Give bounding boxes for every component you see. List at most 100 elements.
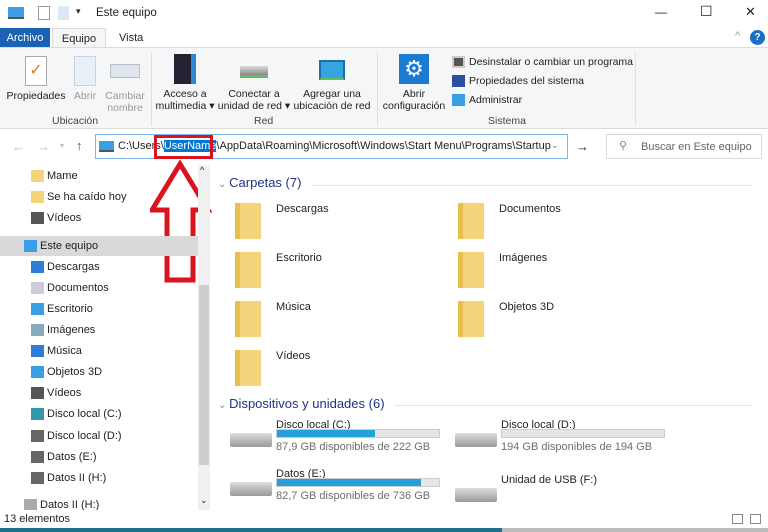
- folder-item[interactable]: Objetos 3D: [458, 301, 678, 346]
- nav-item[interactable]: Datos II (H:): [0, 495, 198, 510]
- tab-vista[interactable]: Vista: [110, 28, 152, 48]
- folder-icon: [235, 252, 261, 288]
- folder-item[interactable]: Descargas: [235, 203, 455, 248]
- propiedades-sistema-button[interactable]: Propiedades del sistema: [452, 75, 584, 87]
- large-icons-view-icon[interactable]: [750, 514, 761, 524]
- details-view-icon[interactable]: [732, 514, 743, 524]
- nav-item[interactable]: Documentos: [0, 278, 198, 298]
- computer-icon: [99, 141, 114, 152]
- nav-item-label: Se ha caído hoy: [47, 191, 127, 203]
- search-input[interactable]: ⚲ Buscar en Este equipo: [606, 134, 762, 159]
- acceso-multimedia-button[interactable]: Acceso a multimedia ▾: [155, 54, 215, 112]
- folder-icon: [458, 301, 484, 337]
- drive-free-space: 87,9 GB disponibles de 222 GB: [276, 441, 431, 453]
- back-button[interactable]: ←: [12, 139, 25, 154]
- ribbon-tabs: Archivo Equipo Vista ^ ?: [0, 28, 768, 48]
- folder-label: Escritorio: [276, 252, 322, 264]
- nav-item[interactable]: Vídeos: [0, 383, 198, 403]
- scrollbar-thumb[interactable]: [199, 285, 209, 465]
- nav-item[interactable]: Descargas: [0, 257, 198, 277]
- folder-item[interactable]: Música: [235, 301, 455, 346]
- cambiar-nombre-button[interactable]: Cambiar nombre: [104, 56, 146, 114]
- status-bar: 13 elementos: [0, 510, 768, 528]
- nav-item[interactable]: Vídeos: [0, 208, 198, 228]
- devices-group-header[interactable]: ⌄ Dispositivos y unidades (6): [218, 396, 385, 411]
- nav-item[interactable]: Este equipo: [0, 236, 198, 256]
- scroll-up-icon[interactable]: ^: [200, 165, 204, 175]
- nav-item-icon: [31, 430, 44, 442]
- content-pane: ⌄ Carpetas (7) ⌄ Dispositivos y unidades…: [212, 165, 768, 510]
- new-folder-quick-icon[interactable]: [58, 6, 69, 20]
- nav-item-icon: [31, 387, 44, 399]
- tab-archivo[interactable]: Archivo: [0, 28, 50, 48]
- nav-item[interactable]: Se ha caído hoy: [0, 187, 198, 207]
- folder-item[interactable]: Vídeos: [235, 350, 455, 395]
- chevron-down-icon: ⌄: [218, 179, 230, 190]
- customize-quick-access-icon[interactable]: ▾: [76, 6, 81, 17]
- recent-locations-icon[interactable]: ▾: [60, 141, 64, 150]
- nav-item[interactable]: Escritorio: [0, 299, 198, 319]
- nav-item[interactable]: Mame: [0, 166, 198, 186]
- maximize-button[interactable]: ☐: [700, 3, 713, 20]
- scroll-down-icon[interactable]: ⌄: [200, 495, 208, 506]
- go-button[interactable]: →: [576, 139, 589, 154]
- drive-icon: [455, 433, 497, 447]
- nav-item[interactable]: Disco local (D:): [0, 426, 198, 446]
- folder-label: Documentos: [499, 203, 561, 215]
- folder-item[interactable]: Documentos: [458, 203, 678, 248]
- folder-item[interactable]: Escritorio: [235, 252, 455, 297]
- group-label-ubicacion: Ubicación: [52, 115, 99, 127]
- forward-button[interactable]: →: [37, 139, 50, 154]
- tab-equipo[interactable]: Equipo: [52, 28, 106, 48]
- divider: [312, 185, 752, 186]
- nav-scrollbar[interactable]: ^ ⌄: [198, 165, 210, 510]
- administrar-button[interactable]: Administrar: [452, 94, 522, 106]
- address-dropdown-icon[interactable]: ⌄: [551, 140, 559, 151]
- settings-gear-icon: ⚙: [399, 54, 429, 84]
- propiedades-button[interactable]: ✓ Propiedades: [6, 56, 66, 102]
- ribbon: ✓ Propiedades Abrir Cambiar nombre Ubica…: [0, 47, 768, 129]
- nav-item[interactable]: Datos (E:): [0, 447, 198, 467]
- title-bar: ▾ Este equipo — ☐ ✕: [0, 0, 768, 28]
- conectar-unidad-red-button[interactable]: Conectar a unidad de red ▾: [217, 54, 291, 112]
- collapse-ribbon-icon[interactable]: ^: [735, 30, 740, 42]
- minimize-button[interactable]: —: [655, 5, 667, 19]
- nav-item-label: Datos II (H:): [47, 472, 107, 484]
- properties-quick-icon[interactable]: [38, 6, 50, 20]
- folder-item[interactable]: Imágenes: [458, 252, 678, 297]
- drive-item[interactable]: Disco local (D:) 194 GB disponibles de 19…: [455, 419, 675, 469]
- folder-icon: [235, 301, 261, 337]
- drive-item[interactable]: Disco local (C:) 87,9 GB disponibles de 2…: [230, 419, 450, 469]
- nav-item-icon: [31, 451, 44, 463]
- close-button[interactable]: ✕: [745, 4, 756, 20]
- abrir-button[interactable]: Abrir: [70, 56, 100, 102]
- nav-item-icon: [31, 191, 44, 203]
- up-button[interactable]: ↑: [76, 138, 83, 153]
- drive-free-space: 82,7 GB disponibles de 736 GB: [276, 490, 431, 502]
- nav-item[interactable]: Datos II (H:): [0, 468, 198, 488]
- nav-item[interactable]: Imágenes: [0, 320, 198, 340]
- nav-item-label: Disco local (C:): [47, 408, 122, 420]
- drive-icon: [230, 482, 272, 496]
- nav-item-icon: [31, 261, 44, 273]
- taskbar-edge: [0, 528, 502, 532]
- abrir-configuracion-button[interactable]: ⚙ Abrir configuración: [380, 54, 448, 112]
- nav-item-icon: [31, 345, 44, 357]
- folders-group-header[interactable]: ⌄ Carpetas (7): [218, 175, 301, 190]
- drive-usage-bar: [276, 478, 440, 487]
- nav-item[interactable]: Disco local (C:): [0, 404, 198, 424]
- nav-item-icon: [24, 499, 37, 510]
- open-icon: [74, 56, 96, 86]
- agregar-ubicacion-red-button[interactable]: Agregar una ubicación de red: [292, 54, 372, 112]
- network-location-icon: [319, 60, 345, 80]
- group-label-sistema: Sistema: [488, 115, 526, 127]
- drive-name: Unidad de USB (F:): [501, 474, 597, 486]
- folder-label: Objetos 3D: [499, 301, 555, 313]
- nav-item[interactable]: Música: [0, 341, 198, 361]
- desinstalar-programa-button[interactable]: Desinstalar o cambiar un programa: [452, 56, 633, 68]
- help-icon[interactable]: ?: [750, 30, 765, 45]
- nav-item[interactable]: Objetos 3D: [0, 362, 198, 382]
- nav-item-icon: [31, 472, 44, 484]
- folder-icon: [458, 252, 484, 288]
- manage-icon: [452, 94, 465, 106]
